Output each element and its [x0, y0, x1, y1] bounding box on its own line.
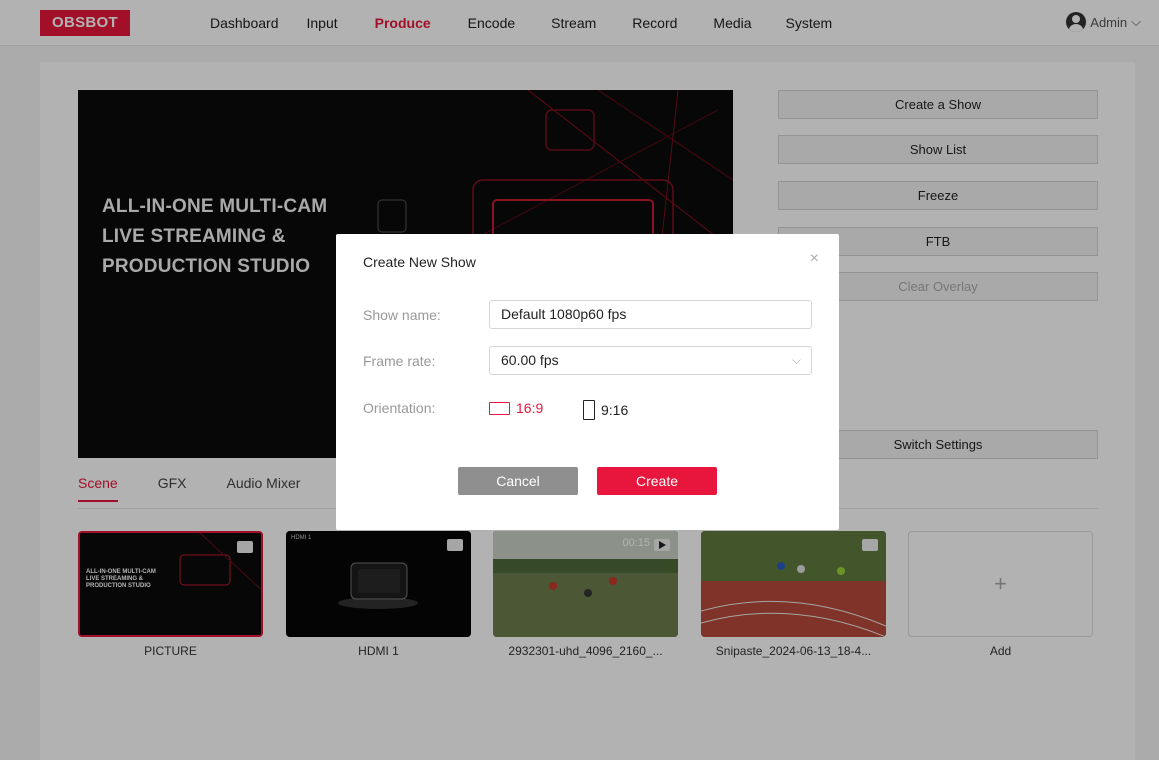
create-show-dialog: Create New Show × Show name: Default 108… — [336, 234, 839, 530]
orientation-9-16-label: 9:16 — [601, 402, 629, 418]
orientation-9-16-option[interactable]: 9:16 — [583, 400, 628, 420]
chevron-down-icon: ⌵ — [791, 353, 801, 367]
orientation-16-9-label: 16:9 — [516, 400, 544, 416]
close-icon[interactable]: × — [810, 250, 819, 268]
landscape-icon — [489, 401, 510, 415]
orientation-label: Orientation: — [363, 400, 436, 416]
frame-rate-label: Frame rate: — [363, 353, 436, 369]
orientation-16-9-option[interactable]: 16:9 — [489, 400, 543, 416]
cancel-button[interactable]: Cancel — [458, 467, 578, 495]
frame-rate-value: 60.00 fps — [501, 352, 559, 368]
create-button[interactable]: Create — [597, 467, 717, 495]
show-name-label: Show name: — [363, 307, 441, 323]
show-name-input[interactable]: Default 1080p60 fps — [489, 300, 812, 329]
portrait-icon — [583, 400, 595, 420]
frame-rate-select[interactable]: 60.00 fps ⌵ — [489, 346, 812, 375]
dialog-title: Create New Show — [363, 254, 476, 270]
